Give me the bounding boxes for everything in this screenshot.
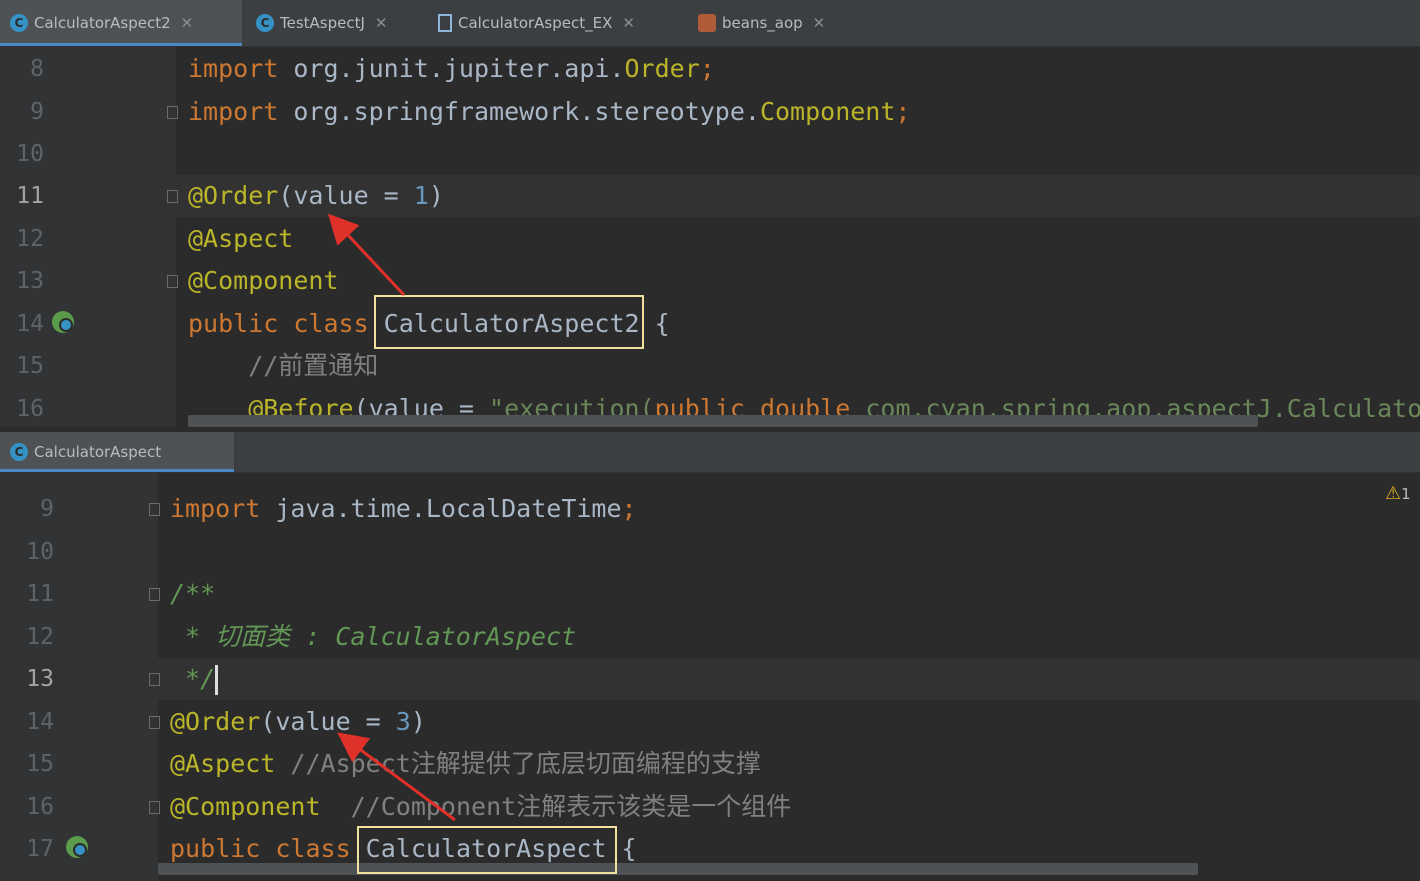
code-text: import java.time.LocalDateTime; <box>170 494 637 523</box>
code-text: * 切面类 : CalculatorAspect <box>170 622 577 651</box>
line-number: 15 <box>16 353 44 379</box>
line-number: 15 <box>26 751 54 777</box>
code-text: import org.springframework.stereotype.Co… <box>188 97 911 126</box>
line-number: 9 <box>40 496 54 522</box>
code-line: 16 @Component //Component注解表示该类是一个组件 <box>0 786 1420 828</box>
close-icon[interactable]: ✕ <box>375 14 388 32</box>
fold-icon[interactable] <box>149 716 160 729</box>
close-icon[interactable]: ✕ <box>813 14 826 32</box>
code-text: import org.junit.jupiter.api.Order; <box>188 54 715 83</box>
code-text: @Aspect //Aspect注解提供了底层切面编程的支撑 <box>170 749 761 778</box>
code-text: @Component <box>188 266 339 295</box>
tab-label: beans_aop <box>722 14 803 32</box>
fold-icon[interactable] <box>167 275 178 288</box>
line-number: 13 <box>16 268 44 294</box>
line-number: 10 <box>16 141 44 167</box>
close-icon[interactable]: ✕ <box>181 14 194 32</box>
bottom-editor[interactable]: ⚠1 9 import java.time.LocalDateTime; 10 … <box>0 473 1420 881</box>
line-number: 17 <box>26 836 54 862</box>
fold-icon[interactable] <box>149 588 160 601</box>
code-line: 10 <box>0 133 1420 175</box>
fold-icon[interactable] <box>167 190 178 203</box>
spring-xml-icon <box>698 14 716 32</box>
code-text: /** <box>170 579 216 608</box>
top-editor[interactable]: 8 import org.junit.jupiter.api.Order; 9 … <box>0 47 1420 427</box>
class-c-run-icon: C <box>256 14 274 32</box>
code-text: @Aspect <box>188 224 294 253</box>
line-number: 12 <box>16 226 44 252</box>
class-c-icon: C <box>10 14 28 32</box>
code-text: @Component //Component注解表示该类是一个组件 <box>170 792 792 821</box>
code-line: 12 * 切面类 : CalculatorAspect <box>0 616 1420 658</box>
spring-bean-icon[interactable] <box>52 311 74 333</box>
spring-bean-icon[interactable] <box>66 836 88 858</box>
tab-label: CalculatorAspect_EX <box>458 14 613 32</box>
code-line: 15 @Aspect //Aspect注解提供了底层切面编程的支撑 <box>0 743 1420 785</box>
text-caret <box>215 665 219 695</box>
code-text: //前置通知 <box>188 351 379 380</box>
tab-calculator-aspect2[interactable]: C CalculatorAspect2 ✕ <box>0 0 242 46</box>
line-number: 16 <box>26 794 54 820</box>
code-line: 15 //前置通知 <box>0 345 1420 387</box>
tab-calculator-aspect-ex[interactable]: CalculatorAspect_EX ✕ <box>428 0 686 46</box>
line-number: 10 <box>26 539 54 565</box>
code-line: 13 @Component <box>0 260 1420 302</box>
code-text: @Order(value = 3) <box>170 707 426 736</box>
tab-test-aspectj[interactable]: C TestAspectJ ✕ <box>246 0 426 46</box>
line-number: 13 <box>26 666 54 692</box>
fold-icon[interactable] <box>167 106 178 119</box>
code-line: 12 @Aspect <box>0 218 1420 260</box>
tab-label: CalculatorAspect <box>34 443 162 461</box>
tab-label: CalculatorAspect2 <box>34 14 171 32</box>
fold-icon[interactable] <box>149 801 160 814</box>
code-text: public class CalculatorAspect2 { <box>188 309 670 338</box>
code-line: 14 @Order(value = 3) <box>0 701 1420 743</box>
line-number: 16 <box>16 396 44 422</box>
bottom-tab-bar: C CalculatorAspect <box>0 432 1420 473</box>
line-number: 14 <box>16 311 44 337</box>
tab-label: TestAspectJ <box>280 14 365 32</box>
java-file-icon <box>438 14 452 32</box>
code-line-current: 13 */ <box>0 658 1420 700</box>
line-number: 9 <box>30 99 44 125</box>
line-number: 8 <box>30 56 44 82</box>
tab-beans-aop[interactable]: beans_aop ✕ <box>688 0 848 46</box>
horizontal-scrollbar[interactable] <box>188 415 1258 427</box>
line-number: 11 <box>16 183 44 209</box>
fold-icon[interactable] <box>149 673 160 686</box>
code-text: */ <box>170 658 219 700</box>
code-line: 8 import org.junit.jupiter.api.Order; <box>0 48 1420 90</box>
tab-calculator-aspect[interactable]: C CalculatorAspect <box>0 432 234 472</box>
code-line: 14 public class CalculatorAspect2 { <box>0 303 1420 345</box>
line-number: 11 <box>26 581 54 607</box>
line-number: 14 <box>26 709 54 735</box>
code-line-current: 11 @Order(value = 1) <box>0 175 1420 217</box>
top-tab-bar: C CalculatorAspect2 ✕ C TestAspectJ ✕ Ca… <box>0 0 1420 47</box>
code-line: 9 import java.time.LocalDateTime; <box>0 488 1420 530</box>
horizontal-scrollbar[interactable] <box>158 863 1198 875</box>
code-line: 11 /** <box>0 573 1420 615</box>
fold-icon[interactable] <box>149 503 160 516</box>
close-icon[interactable]: ✕ <box>622 14 635 32</box>
code-line: 9 import org.springframework.stereotype.… <box>0 91 1420 133</box>
code-text: @Order(value = 1) <box>188 181 444 210</box>
code-line: 10 <box>0 531 1420 573</box>
class-c-icon: C <box>10 443 28 461</box>
line-number: 12 <box>26 624 54 650</box>
